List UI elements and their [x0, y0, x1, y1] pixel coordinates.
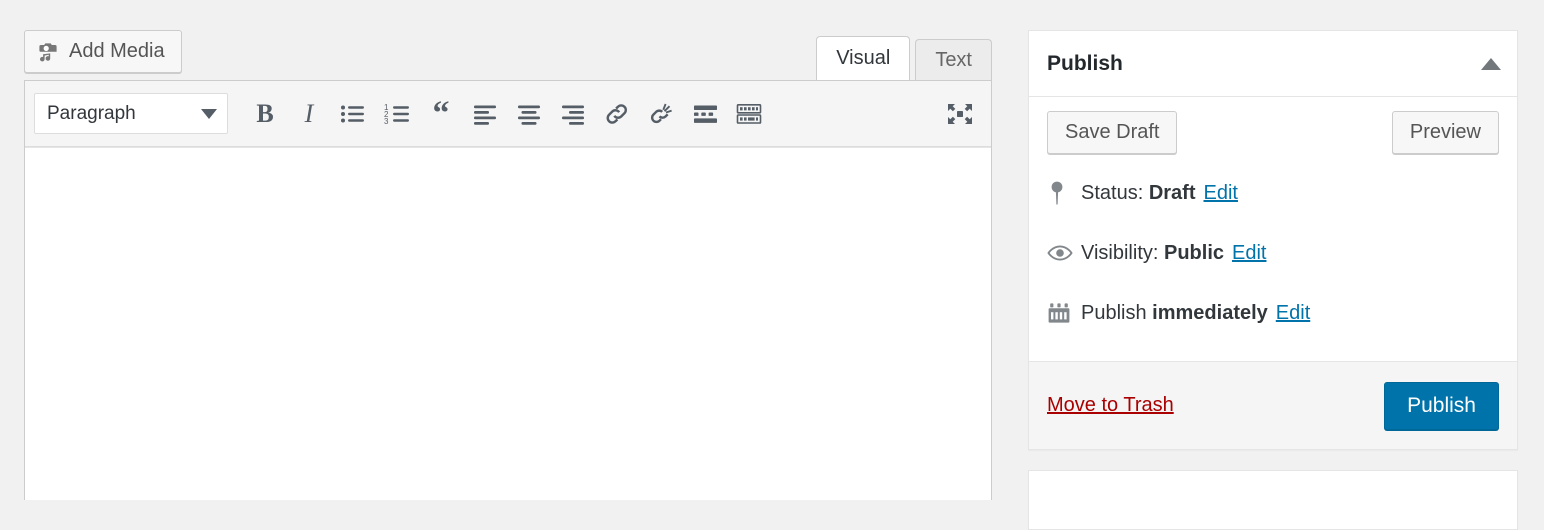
bulleted-list-button[interactable]	[332, 92, 374, 136]
align-left-button[interactable]	[464, 92, 506, 136]
add-media-button[interactable]: Add Media	[24, 30, 182, 73]
link-icon	[604, 101, 630, 127]
publish-postbox: Publish Save Draft Preview Status: Draft	[1028, 30, 1518, 450]
unlink-icon	[648, 101, 674, 127]
publish-button[interactable]: Publish	[1384, 382, 1499, 430]
major-publishing-actions: Move to Trash Publish	[1029, 361, 1517, 449]
publish-date-prefix: Publish	[1081, 302, 1147, 324]
tab-text-label: Text	[935, 49, 972, 72]
visibility-eye-icon	[1047, 244, 1081, 262]
move-to-trash-link[interactable]: Move to Trash	[1047, 394, 1174, 417]
italic-button[interactable]: I	[288, 92, 330, 136]
post-visibility-row: Visibility: Public Edit	[1047, 223, 1499, 283]
preview-button[interactable]: Preview	[1392, 111, 1499, 154]
post-status-pin-icon	[1047, 180, 1081, 206]
bold-icon: B	[256, 101, 273, 127]
publish-date-row: Publish immediately Edit	[1047, 283, 1499, 343]
publish-minor-actions: Save Draft Preview	[1029, 97, 1517, 159]
post-content-area[interactable]	[25, 147, 991, 500]
keyboard-toolbar-toggle-icon	[736, 103, 762, 125]
format-select-value: Paragraph	[47, 103, 136, 125]
publish-panel-header[interactable]: Publish	[1029, 31, 1517, 97]
publish-button-label: Publish	[1407, 394, 1476, 418]
tab-visual[interactable]: Visual	[816, 36, 910, 80]
tab-visual-label: Visual	[836, 47, 890, 70]
publish-sidebar: Publish Save Draft Preview Status: Draft	[1028, 30, 1518, 530]
media-camera-music-icon	[38, 41, 60, 63]
post-visibility-value: Public	[1164, 242, 1224, 264]
editor-mode-tabs: Visual Text	[816, 36, 992, 80]
post-editor-column: Add Media Visual Text Paragraph B I	[24, 0, 992, 500]
preview-label: Preview	[1410, 121, 1481, 144]
editor-toolbar: Paragraph B I	[25, 81, 991, 147]
insert-link-button[interactable]	[596, 92, 638, 136]
next-postbox-partial	[1028, 470, 1518, 530]
blockquote-icon: “	[433, 97, 450, 131]
align-center-button[interactable]	[508, 92, 550, 136]
save-draft-label: Save Draft	[1065, 121, 1159, 144]
publish-panel-title: Publish	[1047, 52, 1123, 76]
post-visibility-prefix: Visibility:	[1081, 242, 1158, 264]
read-more-icon	[693, 103, 718, 125]
editor-top-row: Add Media Visual Text	[24, 0, 992, 80]
misc-publishing-actions: Status: Draft Edit Visibility: Public Ed…	[1029, 159, 1517, 361]
numbered-list-icon: 1 2 3	[384, 103, 411, 125]
post-status-row: Status: Draft Edit	[1047, 163, 1499, 223]
publish-date-text: Publish immediately	[1081, 302, 1268, 325]
fullscreen-expand-icon	[946, 102, 974, 126]
blockquote-button[interactable]: “	[420, 92, 462, 136]
distraction-free-button[interactable]	[939, 92, 981, 136]
bulleted-list-icon	[340, 103, 366, 125]
chevron-up-icon[interactable]	[1481, 58, 1501, 70]
bold-button[interactable]: B	[244, 92, 286, 136]
svg-text:3: 3	[384, 117, 389, 125]
align-center-icon	[517, 103, 541, 125]
save-draft-button[interactable]: Save Draft	[1047, 111, 1177, 154]
calendar-icon	[1047, 301, 1081, 325]
post-status-text: Status: Draft	[1081, 182, 1196, 205]
align-right-icon	[561, 103, 585, 125]
post-visibility-text: Visibility: Public	[1081, 242, 1224, 265]
edit-visibility-link[interactable]: Edit	[1232, 242, 1266, 265]
align-left-icon	[473, 103, 497, 125]
post-status-prefix: Status:	[1081, 182, 1143, 204]
chevron-down-icon	[201, 109, 217, 119]
add-media-label: Add Media	[69, 40, 165, 63]
format-select[interactable]: Paragraph	[34, 93, 228, 134]
tab-text[interactable]: Text	[915, 39, 992, 80]
edit-publish-date-link[interactable]: Edit	[1276, 302, 1310, 325]
toolbar-toggle-button[interactable]	[728, 92, 770, 136]
italic-icon: I	[305, 101, 314, 127]
insert-read-more-button[interactable]	[684, 92, 726, 136]
align-right-button[interactable]	[552, 92, 594, 136]
remove-link-button[interactable]	[640, 92, 682, 136]
edit-status-link[interactable]: Edit	[1204, 182, 1238, 205]
post-status-value: Draft	[1149, 182, 1196, 204]
numbered-list-button[interactable]: 1 2 3	[376, 92, 418, 136]
publish-date-value: immediately	[1152, 302, 1268, 324]
editor-box: Paragraph B I	[24, 80, 992, 500]
